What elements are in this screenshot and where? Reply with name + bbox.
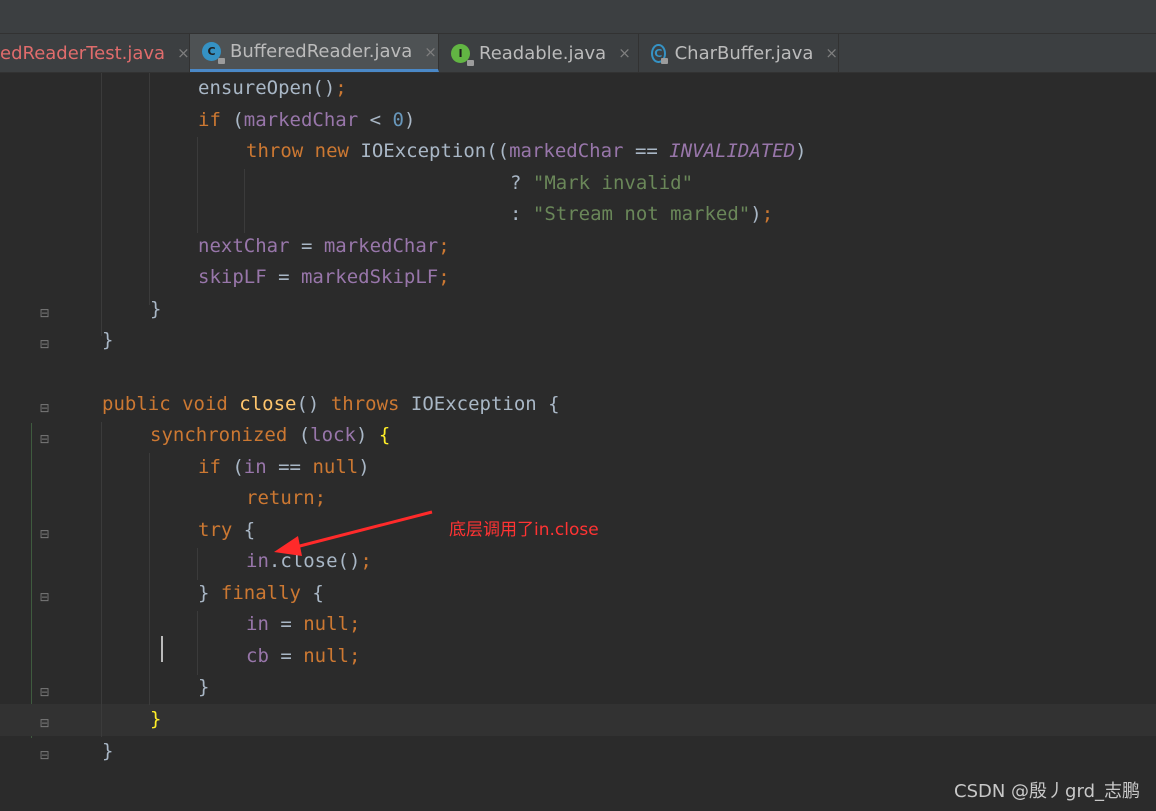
annotation-label: 底层调用了in.close [449,520,599,540]
watermark: CSDN @殷丿grd_志鹏 [954,781,1140,802]
annotation-arrow [274,510,433,556]
